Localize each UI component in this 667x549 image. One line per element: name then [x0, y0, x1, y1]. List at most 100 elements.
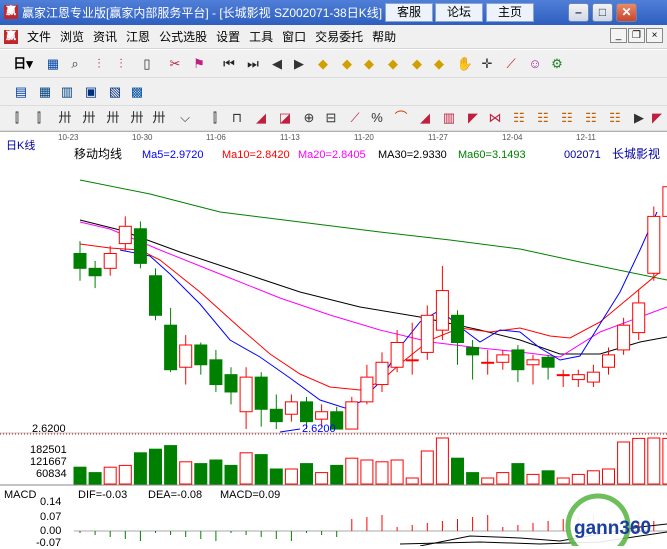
draw-tool-14-icon[interactable]: ⟋	[346, 109, 364, 127]
diamond2-icon[interactable]: ◆	[338, 55, 356, 73]
draw-tool-6-icon[interactable]: 卅	[128, 109, 146, 127]
volume-bar	[164, 445, 178, 485]
draw-tool-21-icon[interactable]: ☷	[534, 109, 552, 127]
crosshair-icon[interactable]: ✛	[478, 55, 496, 73]
candle-body	[224, 374, 238, 393]
mdi-restore-button[interactable]: ❐	[628, 28, 645, 43]
draw-tool-1-icon[interactable]: ⫿	[8, 109, 26, 127]
mdi-close-button[interactable]: ×	[646, 28, 663, 43]
draw-tool-11-icon[interactable]: ◪	[276, 109, 294, 127]
minimize-button[interactable]: –	[568, 3, 589, 22]
home-button[interactable]: 主页	[486, 3, 534, 22]
zoom-icon[interactable]: ⌕	[66, 55, 84, 73]
volume-bar	[451, 457, 464, 485]
draw-tool-2-icon[interactable]: ⫿	[30, 109, 48, 127]
draw-tool-18-icon[interactable]: ◤	[464, 109, 482, 127]
candle-chart-icon[interactable]: ⫶	[112, 55, 130, 73]
diamond3-icon[interactable]: ◆	[360, 55, 378, 73]
draw-tool-19-icon[interactable]: ⋈	[486, 109, 504, 127]
forum-button[interactable]: 论坛	[435, 3, 483, 22]
menu-info[interactable]: 资讯	[93, 28, 117, 45]
candle-body	[73, 252, 87, 269]
menu-formula-pick[interactable]: 公式选股	[159, 28, 207, 45]
kline-chart[interactable]: 10-23 10-30 11-06 11-13 11-20 11-27 12-04 12-11…	[0, 132, 667, 549]
period-select[interactable]: 日▾	[6, 55, 40, 73]
candle-body	[435, 290, 449, 331]
draw-tool-24-icon[interactable]: ☷	[606, 109, 624, 127]
menu-trade[interactable]: 交易委托	[315, 28, 363, 45]
draw-tool-23-icon[interactable]: ☷	[582, 109, 600, 127]
menu-gann[interactable]: 江恩	[126, 28, 150, 45]
mask-icon[interactable]: ☺	[526, 55, 544, 73]
draw-tool-5-icon[interactable]: 卅	[104, 109, 122, 127]
volume-bar	[300, 463, 313, 485]
menu-settings[interactable]: 设置	[216, 28, 240, 45]
kline-panel-label: 日K线	[6, 138, 35, 152]
candle-body	[194, 344, 208, 366]
candle-body	[481, 361, 495, 364]
menu-window[interactable]: 窗口	[282, 28, 306, 45]
flag-icon[interactable]: ⚑	[190, 55, 208, 73]
candle-body	[300, 401, 313, 423]
candle-body	[360, 376, 374, 403]
list-icon[interactable]: ▥	[58, 83, 76, 101]
print-icon[interactable]: ▧	[106, 83, 124, 101]
last-icon[interactable]: ⏭	[244, 55, 262, 73]
draw-tool-10-icon[interactable]: ◢	[252, 109, 270, 127]
settings-icon[interactable]: ⚙	[548, 55, 566, 73]
ma20-label: Ma20=2.8405	[298, 149, 366, 161]
draw-tool-22-icon[interactable]: ☷	[558, 109, 576, 127]
save-icon[interactable]: ▣	[82, 83, 100, 101]
close-button[interactable]: ✕	[616, 3, 637, 22]
next-icon[interactable]: ▶	[290, 55, 308, 73]
draw-tool-9-icon[interactable]: ⊓	[228, 109, 246, 127]
draw-tool-4-icon[interactable]: 卅	[80, 109, 98, 127]
draw-tool-8-icon[interactable]: ⫿	[206, 109, 224, 127]
line-tool-icon[interactable]: ⟋	[502, 55, 520, 73]
draw-tool-12-icon[interactable]: ⊕	[300, 109, 318, 127]
service-button[interactable]: 客服	[385, 3, 433, 22]
first-icon[interactable]: ⏮	[220, 55, 238, 73]
title-bar: 赢 赢家江恩专业版[赢家内部服务平台] - [长城影视 SZ002071-38日…	[0, 0, 667, 25]
restore-button[interactable]: □	[592, 3, 613, 22]
calc-icon[interactable]: ▦	[36, 83, 54, 101]
draw-tool-3-icon[interactable]: 卅	[56, 109, 74, 127]
mdi-minimize-button[interactable]: _	[610, 28, 627, 43]
candle-body	[375, 361, 389, 386]
candle-style-icon[interactable]: ▯	[138, 55, 156, 73]
bar-chart-icon[interactable]: ⫶	[90, 55, 108, 73]
chart-window-icon[interactable]: ▤	[12, 83, 30, 101]
draw-tool-15-icon[interactable]: ⌒	[392, 109, 410, 127]
mdi-controls: _ ❐ ×	[610, 28, 663, 43]
candle-body	[662, 186, 667, 217]
percent-icon[interactable]: %	[368, 109, 386, 127]
menu-file[interactable]: 文件	[27, 28, 51, 45]
chart-window[interactable]: 10-23 10-30 11-06 11-13 11-20 11-27 12-04 12-11…	[0, 131, 667, 549]
diamond1-icon[interactable]: ◆	[314, 55, 332, 73]
menu-tools[interactable]: 工具	[249, 28, 273, 45]
volume-bar	[149, 448, 162, 485]
volume-bar	[466, 472, 480, 485]
draw-tool-7-icon[interactable]: 卅	[150, 109, 168, 127]
draw-tool-16-icon[interactable]: ◢	[416, 109, 434, 127]
hand-icon[interactable]: ✋	[456, 55, 474, 73]
dropdown-tool-icon[interactable]: ⌵	[176, 109, 194, 127]
prev-icon[interactable]: ◀	[268, 55, 286, 73]
volume-bar	[541, 470, 555, 485]
menu-browse[interactable]: 浏览	[60, 28, 84, 45]
draw-tool-25-icon[interactable]: ▶	[630, 109, 648, 127]
draw-tool-20-icon[interactable]: ☷	[510, 109, 528, 127]
menu-help[interactable]: 帮助	[372, 28, 396, 45]
ma5-label: Ma5=2.9720	[142, 149, 203, 161]
date-tick: 12-11	[576, 133, 596, 142]
diamond6-icon[interactable]: ◆	[430, 55, 448, 73]
draw-tool-17-icon[interactable]: ▥	[440, 109, 458, 127]
diamond5-icon[interactable]: ◆	[408, 55, 426, 73]
tool-a-icon[interactable]: ✂	[166, 55, 184, 73]
bus-icon[interactable]: ▩	[128, 83, 146, 101]
draw-tool-26-icon[interactable]: ◤	[648, 109, 666, 127]
draw-tool-13-icon[interactable]: ⊟	[322, 109, 340, 127]
candle-body	[179, 344, 193, 368]
kline-icon[interactable]: ▦	[44, 55, 62, 73]
diamond4-icon[interactable]: ◆	[384, 55, 402, 73]
